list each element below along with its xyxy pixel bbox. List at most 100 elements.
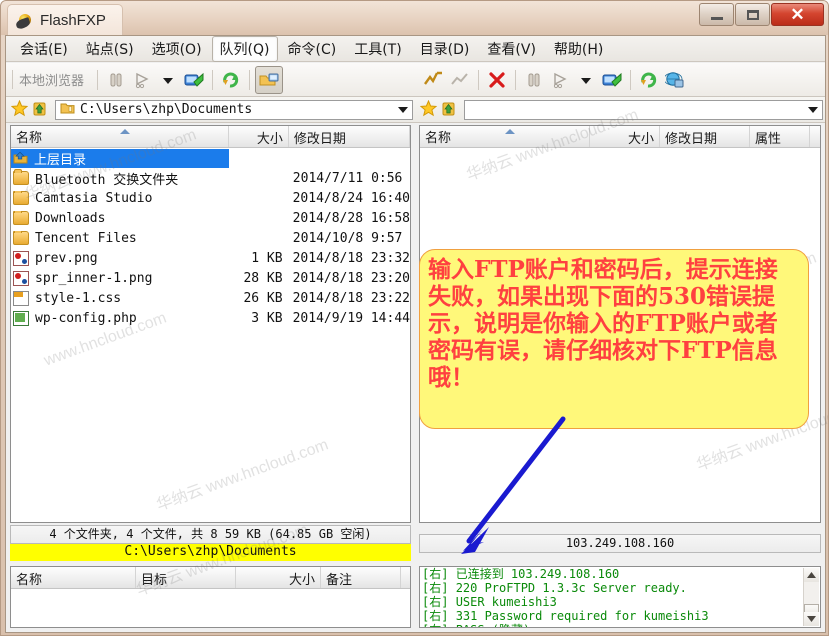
menu-commands[interactable]: 命令(C)	[280, 36, 345, 62]
toolbar-separator-2	[212, 69, 214, 90]
favorites-star-icon[interactable]	[419, 99, 438, 120]
menu-sites[interactable]: 站点(S)	[78, 36, 142, 62]
maximize-icon	[746, 9, 759, 20]
log-line: [右] 已连接到 103.249.108.160	[422, 567, 620, 581]
file-size: 28 KB	[243, 270, 283, 286]
toolbar-separator-3	[249, 69, 251, 90]
file-date: 2014/8/28 16:58	[292, 210, 410, 226]
file-date: 2014/9/19 14:44	[292, 310, 410, 326]
refresh-icon[interactable]	[636, 67, 662, 93]
pause-icon[interactable]	[103, 67, 129, 93]
chevron-down-icon[interactable]	[155, 67, 181, 93]
menu-help[interactable]: 帮助(H)	[546, 36, 611, 62]
sort-ascending-icon	[119, 129, 130, 134]
column-date[interactable]: 修改日期	[289, 126, 410, 147]
menu-session[interactable]: 会话(E)	[12, 36, 76, 62]
quick-connect-icon[interactable]	[181, 67, 207, 93]
refresh-icon[interactable]	[218, 67, 244, 93]
window-title-tab: FlashFXP	[7, 4, 123, 35]
table-row[interactable]: 上层目录	[11, 148, 410, 168]
abort-icon[interactable]	[484, 67, 510, 93]
png-file-icon	[13, 270, 29, 286]
remote-status-bar: 103.249.108.160	[419, 534, 821, 553]
table-row[interactable]: Bluetooth 交换文件夹 2014/7/11 0:56	[11, 168, 410, 188]
local-path-dropdown-icon[interactable]	[398, 106, 408, 113]
pause-icon[interactable]	[521, 67, 547, 93]
log-line: [右] PASS (隐藏)	[422, 623, 803, 627]
scroll-down-icon[interactable]	[804, 612, 819, 626]
menu-directory[interactable]: 目录(D)	[412, 36, 478, 62]
toolbar-separator-3	[630, 69, 631, 90]
chevron-down-icon[interactable]	[573, 67, 599, 93]
folder-icon	[60, 101, 75, 119]
column-date[interactable]: 修改日期	[660, 126, 750, 147]
folder-icon	[13, 230, 29, 245]
file-name: Downloads	[35, 210, 106, 226]
disconnect-icon[interactable]	[447, 67, 473, 93]
log-panel[interactable]: [右] 已连接到 103.249.108.160 [右] 220 ProFTPD…	[419, 566, 821, 628]
log-line: [右] 331 Password required for kumeishi3	[422, 609, 709, 623]
file-date: 2014/8/18 23:20	[292, 270, 410, 286]
add-favorite-icon[interactable]	[440, 100, 457, 120]
table-row[interactable]: style-1.css 26 KB 2014/8/18 23:22	[11, 288, 410, 308]
close-button[interactable]: ✕	[771, 3, 824, 26]
log-scrollbar[interactable]	[803, 568, 819, 626]
flashfxp-window: FlashFXP ✕ 会话(E) 站点(S) 选项(O) 队列(Q) 命令(C)…	[0, 0, 829, 636]
column-name[interactable]: 名称	[420, 126, 590, 147]
scroll-up-icon[interactable]	[804, 568, 819, 582]
globe-browser-icon[interactable]	[662, 67, 688, 93]
menu-queue[interactable]: 队列(Q)	[211, 36, 278, 62]
file-name: Bluetooth 交换文件夹	[35, 172, 179, 188]
table-row[interactable]: spr_inner-1.png 28 KB 2014/8/18 23:20	[11, 268, 410, 288]
table-row[interactable]: Tencent Files 2014/10/8 9:57	[11, 228, 410, 248]
remote-address-bar	[415, 97, 825, 123]
local-toolbar: 本地浏览器	[6, 63, 415, 97]
folder-icon	[13, 169, 29, 185]
toolbar-separator-2	[515, 69, 516, 90]
php-file-icon	[13, 310, 29, 326]
minimize-button[interactable]	[699, 3, 734, 26]
toolbar-separator	[478, 69, 479, 90]
column-name[interactable]: 名称	[11, 126, 229, 147]
connect-icon[interactable]	[421, 67, 447, 93]
menu-options[interactable]: 选项(O)	[144, 36, 210, 62]
annotation-callout: 输入FTP账户和密码后，提示连接失败，如果出现下面的530错误提示，说明是你输入…	[419, 249, 809, 429]
remote-path-dropdown-icon[interactable]	[808, 106, 818, 113]
quick-connect-icon[interactable]	[599, 67, 625, 93]
log-line: [右] 220 ProFTPD 1.3.3c Server ready.	[422, 581, 687, 595]
queue-panel[interactable]: 名称 目标 大小 备注	[10, 566, 411, 628]
column-attributes[interactable]: 属性	[750, 126, 810, 147]
queue-column-size[interactable]: 大小	[236, 567, 321, 588]
queue-column-target[interactable]: 目标	[136, 567, 236, 588]
local-file-list[interactable]: 名称 大小 修改日期 上层目录 Bluetooth 交换文件夹 2014/7/1…	[10, 125, 411, 523]
local-browser-toggle-icon[interactable]	[255, 65, 284, 94]
column-size[interactable]: 大小	[590, 126, 660, 147]
transfer-play-icon[interactable]	[547, 67, 573, 93]
menu-tools[interactable]: 工具(T)	[346, 36, 409, 62]
local-path-input[interactable]: C:\Users\zhp\Documents	[55, 99, 413, 120]
local-path-highlight-bar: C:\Users\zhp\Documents	[10, 544, 411, 561]
table-row[interactable]: Downloads 2014/8/28 16:58	[11, 208, 410, 228]
menu-view[interactable]: 查看(V)	[479, 36, 544, 62]
file-name: prev.png	[35, 250, 98, 266]
queue-column-name[interactable]: 名称	[11, 567, 136, 588]
table-row[interactable]: Camtasia Studio 2014/8/24 16:40	[11, 188, 410, 208]
local-path-value: C:\Users\zhp\Documents	[80, 102, 253, 117]
add-favorite-icon[interactable]	[31, 100, 48, 120]
column-size[interactable]: 大小	[229, 126, 289, 147]
queue-column-note[interactable]: 备注	[321, 567, 401, 588]
table-row[interactable]: wp-config.php 3 KB 2014/9/19 14:44	[11, 308, 410, 328]
toolbar-separator	[97, 69, 99, 90]
folder-icon	[13, 210, 29, 225]
log-line: [右] USER kumeishi3	[422, 595, 557, 609]
transfer-play-icon[interactable]	[129, 67, 155, 93]
maximize-button[interactable]	[735, 3, 770, 26]
local-address-bar: C:\Users\zhp\Documents	[6, 97, 415, 123]
local-pane: 本地浏览器 C:\Users\zhp\Documents 名称 大小 修改日期 …	[6, 63, 415, 632]
up-directory-icon	[13, 151, 28, 165]
remote-path-input[interactable]	[464, 99, 823, 120]
file-size: 1 KB	[251, 250, 283, 266]
favorites-star-icon[interactable]	[10, 99, 29, 120]
sort-ascending-icon	[504, 129, 515, 134]
table-row[interactable]: prev.png 1 KB 2014/8/18 23:32	[11, 248, 410, 268]
